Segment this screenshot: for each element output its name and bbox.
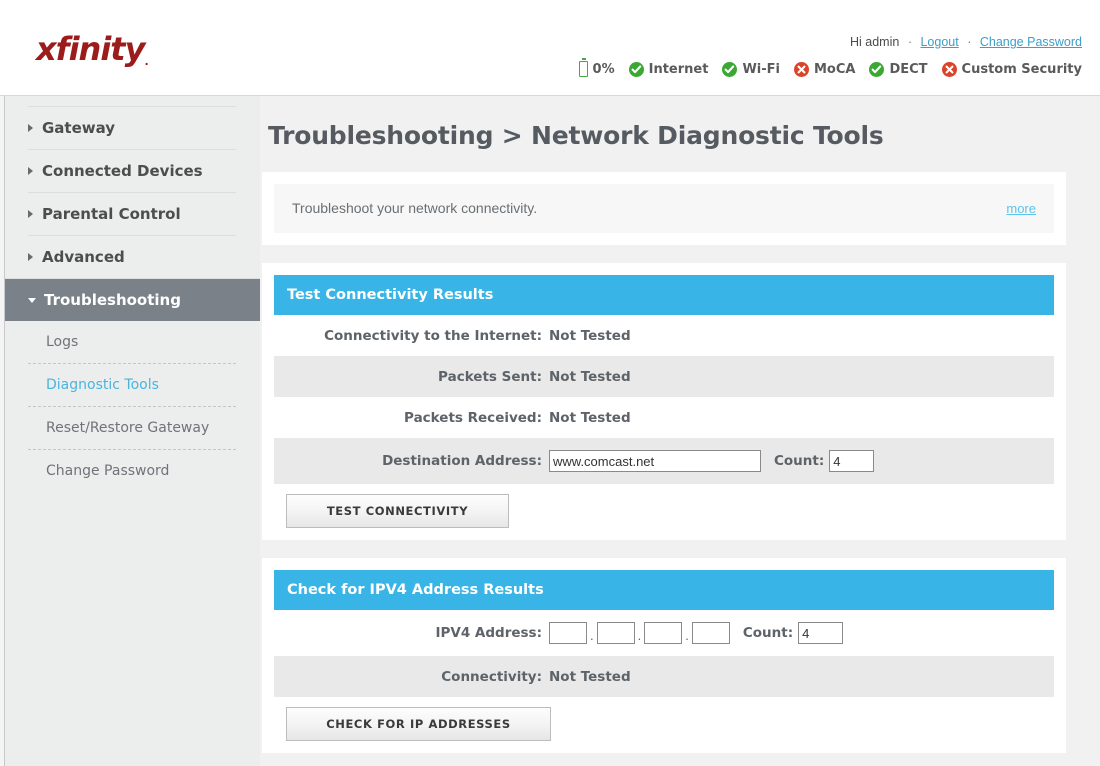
check-ip-addresses-button-row: CHECK FOR IP ADDRESSES (274, 697, 1054, 753)
count-label: Count: (742, 625, 794, 641)
status-label: MoCA (813, 61, 856, 77)
test-connectivity-button-row: TEST CONNECTIVITY (274, 484, 1054, 540)
sidebar-main-list: Gateway Connected Devices Parental Contr… (4, 96, 260, 492)
status-label: 0% (592, 61, 615, 77)
status-dect: DECT (869, 61, 928, 77)
ipv4-octet-1-input[interactable] (549, 622, 587, 644)
sidebar-item-label: Gateway (42, 119, 116, 137)
sidebar-item-label: Connected Devices (42, 162, 203, 180)
sidebar-subitem-diagnostic-tools[interactable]: Diagnostic Tools (28, 364, 236, 407)
status-label: Custom Security (961, 61, 1082, 77)
check-circle-icon (722, 61, 738, 77)
status-label: Wi-Fi (742, 61, 780, 77)
count-input[interactable] (798, 622, 844, 644)
sidebar-subitem-label: Diagnostic Tools (46, 377, 159, 393)
logo-text: xfinity (36, 30, 145, 68)
result-row-connectivity-internet: Connectivity to the Internet: Not Tested (274, 315, 1054, 356)
chevron-right-icon (28, 124, 33, 132)
status-internet: Internet (628, 61, 709, 77)
panel-check-ipv4: Check for IPV4 Address Results IPV4 Addr… (262, 558, 1066, 753)
page-title: Troubleshooting > Network Diagnostic Too… (268, 121, 884, 150)
result-row-packets-received: Packets Received: Not Tested (274, 397, 1054, 438)
status-label: Internet (648, 61, 709, 77)
battery-icon (578, 58, 588, 77)
sidebar-item-connected-devices[interactable]: Connected Devices (28, 149, 236, 192)
row-value: Not Tested (549, 668, 631, 685)
gateway-status-bar: 0% Internet Wi-Fi MoCA DECT Custom Secur… (578, 58, 1082, 77)
panel-title: Check for IPV4 Address Results (274, 570, 1054, 610)
account-bar: Hi admin · Logout · Change Password (850, 35, 1082, 49)
ipv4-dot-separator: . (590, 628, 594, 643)
panel-test-connectivity: Test Connectivity Results Connectivity t… (262, 263, 1066, 540)
logout-link[interactable]: Logout (920, 35, 958, 49)
sidebar-subitem-change-password[interactable]: Change Password (28, 450, 236, 492)
separator-dot: · (967, 35, 972, 49)
check-ip-addresses-button[interactable]: CHECK FOR IP ADDRESSES (286, 707, 551, 741)
sidebar-item-advanced[interactable]: Advanced (28, 235, 236, 278)
test-connectivity-button[interactable]: TEST CONNECTIVITY (286, 494, 509, 528)
notice-text: Troubleshoot your network connectivity. (292, 200, 538, 216)
greeting-text: Hi admin (850, 35, 900, 49)
ipv4-octet-4-input[interactable] (691, 622, 730, 644)
x-circle-icon (793, 61, 809, 77)
sidebar-item-label: Parental Control (42, 205, 181, 223)
result-row-packets-sent: Packets Sent: Not Tested (274, 356, 1054, 397)
ipv4-address-label: IPV4 Address: (435, 625, 542, 641)
sidebar-subitem-reset-restore-gateway[interactable]: Reset/Restore Gateway (28, 407, 236, 450)
panel-title: Test Connectivity Results (274, 275, 1054, 315)
main-content: Troubleshooting > Network Diagnostic Too… (260, 96, 1100, 766)
sidebar-nav: Gateway Connected Devices Parental Contr… (0, 96, 260, 766)
logo-trademark: . (144, 55, 148, 68)
status-battery: 0% (578, 58, 615, 77)
sidebar-item-label: Troubleshooting (44, 291, 181, 309)
destination-address-label: Destination Address: (382, 453, 542, 469)
xfinity-logo[interactable]: xfinity. (36, 30, 149, 68)
row-label: Packets Sent: (438, 368, 542, 385)
row-value: Not Tested (549, 409, 631, 426)
form-row-destination-address: Destination Address: Count: (274, 438, 1054, 484)
ipv4-octet-2-input[interactable] (596, 622, 635, 644)
page-header: xfinity. Hi admin · Logout · Change Pass… (0, 0, 1100, 96)
form-row-ipv4-address: IPV4 Address: . . . Count: (274, 610, 1054, 656)
sidebar-subitem-logs[interactable]: Logs (28, 321, 236, 364)
status-custom-security: Custom Security (941, 61, 1082, 77)
sidebar-subitem-label: Reset/Restore Gateway (46, 420, 210, 436)
page-body: Gateway Connected Devices Parental Contr… (0, 96, 1100, 766)
check-circle-icon (869, 61, 885, 77)
row-value: Not Tested (549, 327, 631, 344)
row-label: Connectivity: (441, 668, 542, 685)
sidebar-subitem-label: Logs (46, 334, 79, 350)
x-circle-icon (941, 61, 957, 77)
row-label: Connectivity to the Internet: (324, 327, 542, 344)
chevron-right-icon (28, 167, 33, 175)
status-label: DECT (889, 61, 928, 77)
sidebar-item-label: Advanced (42, 248, 125, 266)
ipv4-dot-separator: . (637, 628, 642, 643)
chevron-right-icon (28, 210, 33, 218)
result-row-connectivity: Connectivity: Not Tested (274, 656, 1054, 697)
row-label: Packets Received: (404, 409, 542, 426)
chevron-right-icon (28, 253, 33, 261)
notice-bar: Troubleshoot your network connectivity. … (274, 184, 1054, 233)
sidebar-sub-list: Logs Diagnostic Tools Reset/Restore Gate… (4, 321, 260, 492)
ipv4-dot-separator: . (685, 628, 689, 643)
app-window: SetupRouter.com xfinity. Hi admin · Logo… (0, 0, 1100, 766)
chevron-down-icon (28, 297, 36, 303)
notice-card: Troubleshoot your network connectivity. … (262, 172, 1066, 245)
sidebar-subitem-label: Change Password (46, 463, 170, 479)
count-input[interactable] (829, 450, 875, 472)
separator-dot: · (907, 35, 912, 49)
sidebar-item-troubleshooting[interactable]: Troubleshooting (4, 278, 260, 321)
status-moca: MoCA (793, 61, 856, 77)
sidebar-item-gateway[interactable]: Gateway (28, 106, 236, 149)
check-circle-icon (628, 61, 644, 77)
count-label: Count: (774, 453, 825, 469)
sidebar-item-parental-control[interactable]: Parental Control (28, 192, 236, 235)
ipv4-octet-3-input[interactable] (644, 622, 683, 644)
row-value: Not Tested (549, 368, 631, 385)
status-wifi: Wi-Fi (722, 61, 780, 77)
destination-address-input[interactable] (549, 450, 761, 472)
change-password-link[interactable]: Change Password (980, 35, 1082, 49)
more-link[interactable]: more (1006, 201, 1036, 216)
